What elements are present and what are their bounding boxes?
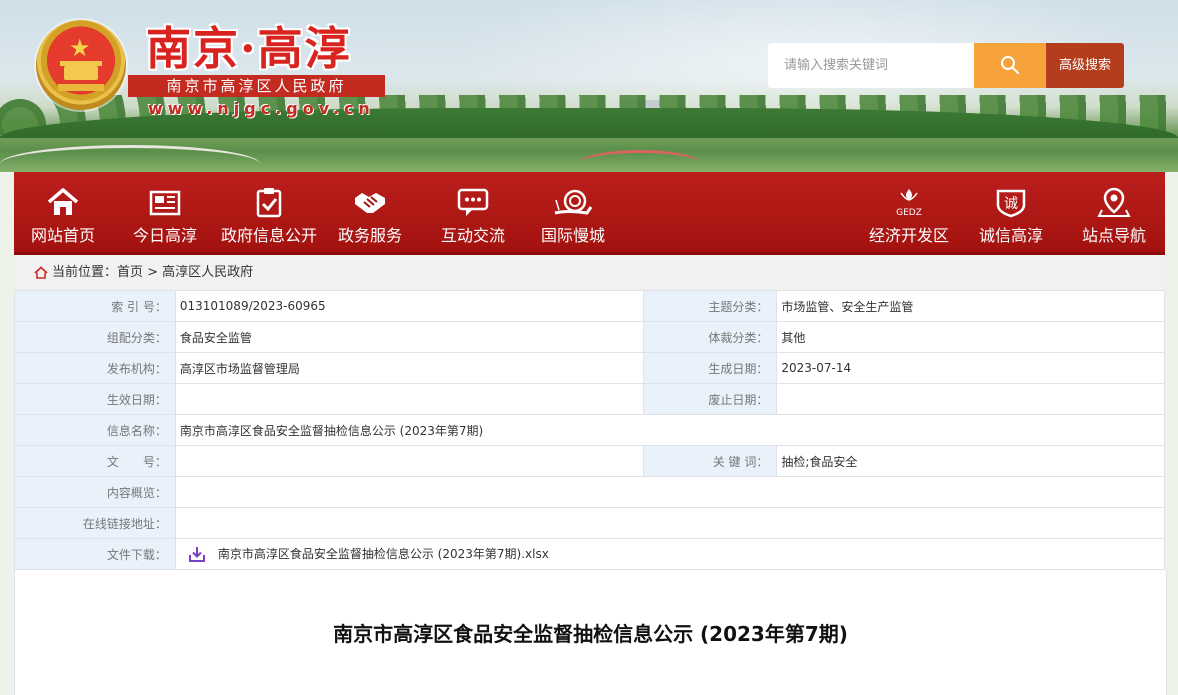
breadcrumb: 当前位置：首页 > 高淳区人民政府 [14, 255, 1165, 290]
national-emblem-icon: ★ [36, 20, 126, 110]
article-content: 南京市高淳区食品安全监督抽检信息公示 (2023年第7期) [14, 570, 1167, 695]
expire-date-value [776, 383, 1165, 415]
expire-date-label: 废止日期： [643, 383, 778, 415]
created-date-value: 2023-07-14 [776, 352, 1165, 384]
nav-label: 国际慢城 [540, 226, 605, 245]
nav-label: 互动交流 [440, 226, 505, 245]
svg-text:GEDZ: GEDZ [896, 208, 922, 218]
nav-item-integrity[interactable]: 诚 诚信高淳 [976, 172, 1046, 252]
publisher-label: 发布机构： [14, 352, 176, 384]
effective-date-label: 生效日期： [14, 383, 176, 415]
nav-item-cittaslow[interactable]: 国际慢城 [534, 172, 612, 252]
group-label: 组配分类： [14, 321, 176, 353]
search-input[interactable] [768, 43, 974, 88]
nav-label: 网站首页 [30, 226, 95, 245]
topic-label: 主题分类： [643, 290, 778, 322]
topic-value: 市场监管、安全生产监管 [776, 290, 1165, 322]
keywords-label: 关 键 词： [643, 445, 778, 477]
header-banner: ★ 南京·高淳 南京市高淳区人民政府 www.njgc.gov.cn 高级搜索 [0, 0, 1178, 172]
site-title: 南京·高淳 [146, 22, 352, 75]
search-bar: 高级搜索 [768, 43, 1124, 88]
gedz-logo-icon: GEDZ [896, 189, 922, 218]
nav-label: 今日高淳 [132, 226, 197, 245]
main-nav: 网站首页 今日高淳 政府信息公开 政务服务 互动交流 国际慢城 GEDZ 经济开… [14, 172, 1165, 255]
nav-item-interaction[interactable]: 互动交流 [434, 172, 512, 252]
chat-icon [457, 188, 489, 216]
table-row: 索 引 号： 013101089/2023-60965 主题分类： 市场监管、安… [14, 290, 1165, 322]
home-icon [47, 188, 79, 215]
download-file-link[interactable]: 南京市高淳区食品安全监督抽检信息公示 (2023年第7期).xlsx [218, 547, 549, 561]
table-row: 生效日期： 废止日期： [14, 383, 1165, 415]
integrity-shield-icon: 诚 [996, 189, 1026, 218]
nav-item-sitemap[interactable]: 站点导航 [1078, 172, 1150, 252]
online-link-label: 在线链接地址： [14, 507, 176, 539]
table-row: 信息名称： 南京市高淳区食品安全监督抽检信息公示 (2023年第7期) [14, 414, 1166, 446]
nav-label: 诚信高淳 [978, 226, 1043, 245]
info-name-label: 信息名称： [14, 414, 176, 446]
download-label: 文件下载： [14, 538, 176, 570]
article-title: 南京市高淳区食品安全监督抽检信息公示 (2023年第7期) [333, 622, 848, 646]
table-row: 发布机构： 高淳区市场监督管理局 生成日期： 2023-07-14 [14, 352, 1165, 384]
online-link-value [174, 507, 1166, 539]
effective-date-value [174, 383, 645, 415]
genre-label: 体裁分类： [643, 321, 778, 353]
nav-item-gov-info[interactable]: 政府信息公开 [219, 172, 319, 252]
nav-item-today[interactable]: 今日高淳 [124, 172, 206, 252]
keywords-value: 抽检;食品安全 [776, 445, 1165, 477]
table-row: 文 号： 关 键 词： 抽检;食品安全 [14, 445, 1165, 477]
document-metadata-table: 索 引 号： 013101089/2023-60965 主题分类： 市场监管、安… [14, 290, 1166, 570]
search-icon [1001, 56, 1020, 75]
table-row: 组配分类： 食品安全监管 体裁分类： 其他 [14, 321, 1165, 353]
doc-no-label: 文 号： [14, 445, 176, 477]
home-icon [34, 266, 48, 279]
index-no-value: 013101089/2023-60965 [174, 290, 645, 322]
summary-value [174, 476, 1166, 508]
table-row: 内容概览： [14, 476, 1166, 508]
nav-label: 站点导航 [1081, 226, 1146, 245]
group-value: 食品安全监管 [174, 321, 645, 353]
clipboard-check-icon [256, 188, 282, 218]
genre-value: 其他 [776, 321, 1165, 353]
nav-item-dev-zone[interactable]: GEDZ 经济开发区 [867, 172, 951, 252]
table-row: 在线链接地址： [14, 507, 1166, 539]
table-row: 文件下载： 南京市高淳区食品安全监督抽检信息公示 (2023年第7期).xlsx [14, 538, 1166, 570]
breadcrumb-text: 当前位置：首页 > 高淳区人民政府 [52, 265, 254, 280]
nav-label: 政府信息公开 [220, 226, 317, 245]
download-icon [188, 547, 205, 563]
index-no-label: 索 引 号： [14, 290, 176, 322]
search-button[interactable] [974, 43, 1046, 88]
download-cell: 南京市高淳区食品安全监督抽检信息公示 (2023年第7期).xlsx [174, 538, 1166, 570]
advanced-search-button[interactable]: 高级搜索 [1046, 43, 1124, 88]
doc-no-value [174, 445, 645, 477]
site-subtitle: 南京市高淳区人民政府 [128, 75, 385, 97]
created-date-label: 生成日期： [643, 352, 778, 384]
nav-item-services[interactable]: 政务服务 [334, 172, 406, 252]
handshake-icon [355, 193, 385, 213]
nav-label: 政务服务 [337, 226, 402, 245]
info-name-value: 南京市高淳区食品安全监督抽检信息公示 (2023年第7期) [174, 414, 1166, 446]
nav-item-home[interactable]: 网站首页 [24, 172, 102, 252]
site-url: www.njgc.gov.cn [148, 99, 375, 118]
summary-label: 内容概览： [14, 476, 176, 508]
svg-text:诚: 诚 [1004, 196, 1018, 212]
nav-label: 经济开发区 [868, 226, 949, 245]
snail-icon [554, 189, 593, 215]
newspaper-icon [149, 190, 181, 216]
publisher-value: 高淳区市场监督管理局 [174, 352, 645, 384]
location-pin-icon [1097, 187, 1131, 217]
